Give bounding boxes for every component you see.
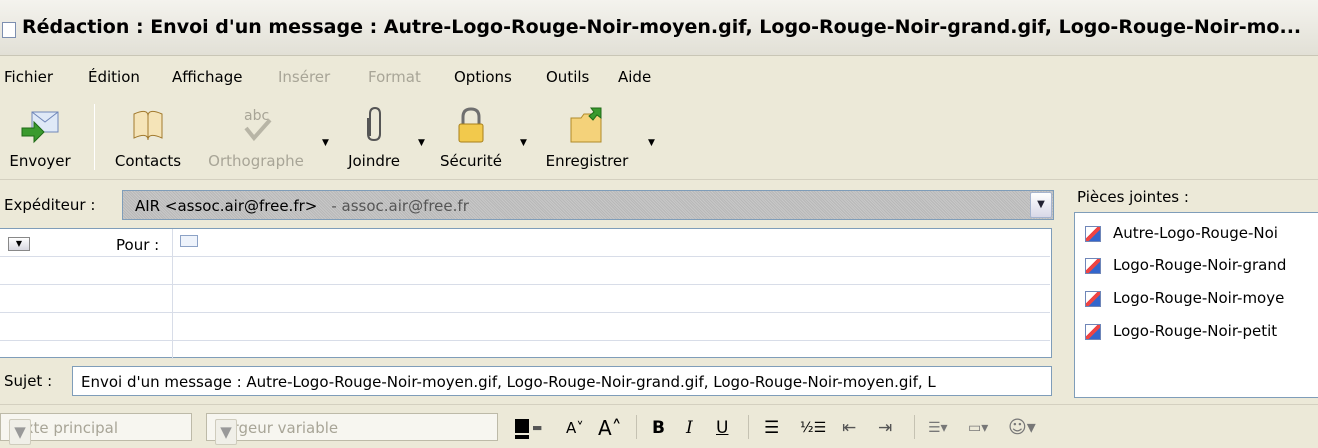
title-bar: Rédaction : Envoi d'un message : Autre-L… [0,0,1318,56]
color-dropdown-icon[interactable]: ▬ [532,415,542,441]
spelling-label: Orthographe [208,152,304,170]
attachments-list: Autre-Logo-Rouge-Noi Logo-Rouge-Noir-gra… [1074,212,1318,398]
recipient-column-divider [172,229,173,359]
send-button[interactable]: Envoyer [0,100,80,176]
attach-dropdown-icon[interactable]: ▼ [418,138,426,148]
save-button[interactable]: Enregistrer [532,100,642,176]
subject-value: Envoi d'un message : Autre-Logo-Rouge-No… [81,373,936,391]
toolbar-separator [636,415,637,439]
numbered-list-icon[interactable]: ½☰ [800,415,826,441]
toolbar-separator [748,415,749,439]
svg-text:abc: abc [244,108,269,124]
contact-card-icon [180,235,198,247]
attachment-name: Logo-Rouge-Noir-moye [1113,289,1285,307]
send-icon [21,111,59,144]
recipient-type-dropdown[interactable]: ▼ [8,237,30,251]
contacts-button[interactable]: Contacts [102,100,194,176]
attachment-name: Logo-Rouge-Noir-grand [1113,256,1287,274]
save-dropdown-icon[interactable]: ▼ [648,138,656,148]
recipient-type-label: Pour : [116,236,160,254]
subject-input[interactable]: Envoi d'un message : Autre-Logo-Rouge-No… [72,366,1052,396]
font-larger-icon[interactable]: A˄ [598,415,622,441]
menu-aide[interactable]: Aide [618,68,651,86]
menu-fichier[interactable]: Fichier [4,68,53,86]
bullet-list-icon[interactable]: ☰ [764,415,779,441]
address-book-icon [133,110,163,141]
main-toolbar: Envoyer Contacts abc Orthographe ▼ Joind… [0,96,1318,180]
save-label: Enregistrer [545,152,629,170]
font-select[interactable]: Largeur variable ▼ [206,413,498,445]
chevron-down-icon[interactable]: ▼ [1030,192,1052,218]
attachments-title: Pièces jointes : [1077,188,1189,206]
image-file-icon [1085,324,1101,340]
menu-format[interactable]: Format [368,68,421,86]
menu-edition[interactable]: Édition [88,68,140,86]
menu-bar: Fichier Édition Affichage Insérer Format… [0,56,1318,96]
toolbar-separator [914,415,915,439]
save-folder-icon [570,107,602,143]
recipient-row[interactable] [0,257,1050,285]
insert-icon[interactable]: ▭▾ [968,415,988,441]
image-file-icon [1085,226,1101,242]
attachment-name: Logo-Rouge-Noir-petit [1113,322,1278,340]
image-file-icon [1085,258,1101,274]
compose-window-icon [2,22,16,38]
align-icon[interactable]: ☰▾ [928,415,948,441]
window-title: Rédaction : Envoi d'un message : Autre-L… [22,16,1302,38]
smiley-icon[interactable]: ☺▾ [1008,415,1036,441]
security-label: Sécurité [440,152,502,170]
menu-inserer[interactable]: Insérer [278,68,330,86]
contacts-label: Contacts [114,152,182,170]
attach-button[interactable]: Joindre [334,100,414,176]
menu-affichage[interactable]: Affichage [172,68,242,86]
from-address: AIR <assoc.air@free.fr> [135,197,318,215]
from-select[interactable]: AIR <assoc.air@free.fr> - assoc.air@free.… [122,190,1054,220]
spelling-dropdown-icon[interactable]: ▼ [322,138,330,148]
from-label: Expéditeur : [4,196,96,214]
recipient-row[interactable] [0,341,1050,369]
chevron-down-icon[interactable]: ▼ [9,419,31,445]
from-account: - assoc.air@free.fr [331,197,469,215]
attach-label: Joindre [348,152,400,170]
subject-label: Sujet : [4,372,53,390]
bold-icon[interactable]: B [652,415,665,441]
image-file-icon [1085,291,1101,307]
chevron-down-icon[interactable]: ▼ [215,419,237,445]
text-color-icon[interactable] [515,419,529,433]
attachment-name: Autre-Logo-Rouge-Noi [1113,224,1278,242]
format-toolbar: Texte principal ▼ Largeur variable ▼ ▬ A… [0,404,1318,448]
font-smaller-icon[interactable]: A˅ [566,415,584,441]
recipients-list: ▼ Pour : [0,228,1052,359]
recipient-row[interactable]: ▼ Pour : [0,229,1050,257]
menu-options[interactable]: Options [454,68,512,86]
text-color-swatch [515,435,529,439]
paperclip-icon [367,106,381,142]
security-button[interactable]: Sécurité [426,100,516,176]
outdent-icon[interactable]: ⇤ [842,415,856,441]
send-label: Envoyer [9,152,71,170]
spelling-button[interactable]: abc Orthographe [196,100,316,176]
lock-icon [458,107,484,143]
toolbar-separator [94,104,95,170]
indent-icon[interactable]: ⇥ [878,415,892,441]
from-value: AIR <assoc.air@free.fr> - assoc.air@free.… [135,197,469,215]
menu-outils[interactable]: Outils [546,68,589,86]
recipient-row[interactable] [0,313,1050,341]
recipient-row[interactable] [0,285,1050,313]
security-dropdown-icon[interactable]: ▼ [520,138,528,148]
spellcheck-icon: abc [244,108,272,142]
paragraph-style-select[interactable]: Texte principal ▼ [0,413,192,445]
underline-icon[interactable]: U [716,415,728,441]
italic-icon[interactable]: I [686,415,693,441]
